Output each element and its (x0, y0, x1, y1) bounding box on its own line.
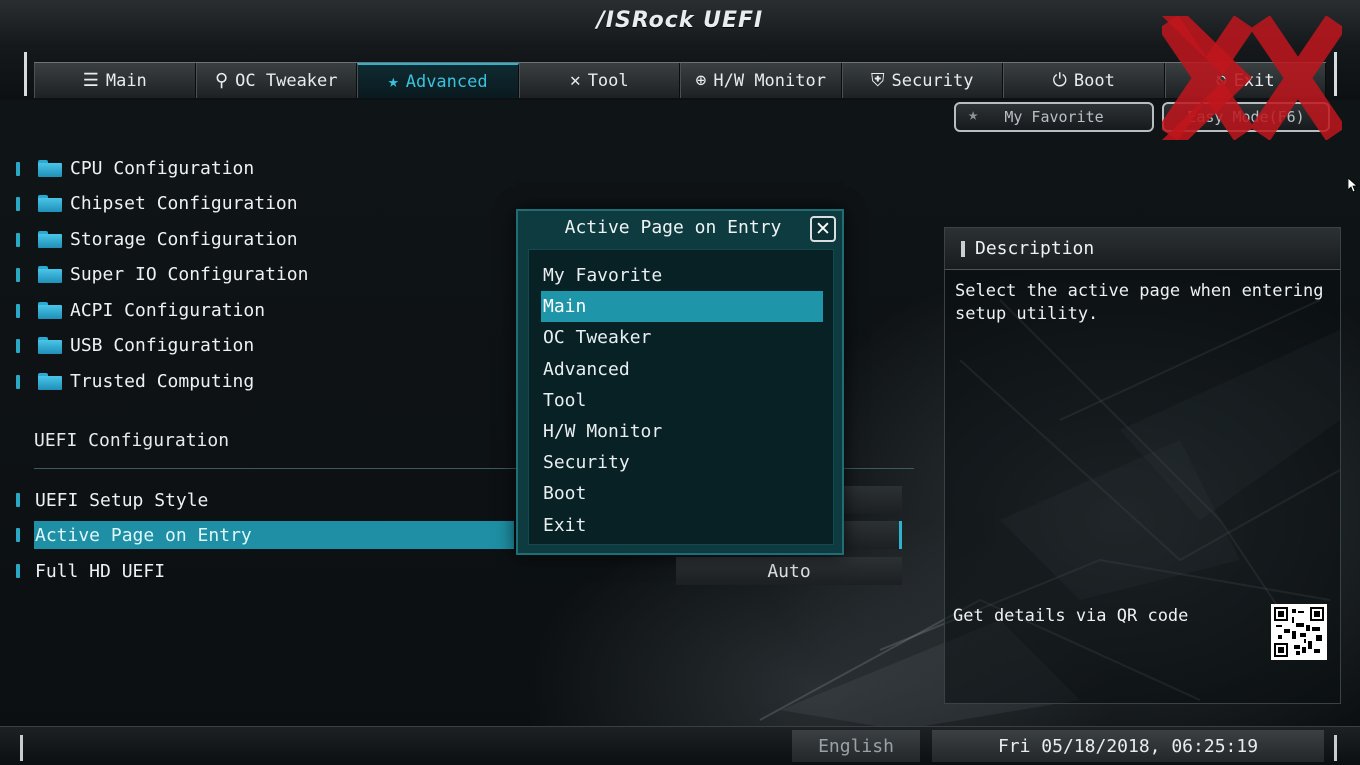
asrock-uefi-logo: /ISRock UEFI (596, 8, 764, 33)
tab-boot[interactable]: ⏻ Boot (1003, 63, 1165, 98)
menu-item-label: Chipset Configuration (70, 192, 298, 214)
popup-option-boot[interactable]: Boot (529, 478, 823, 509)
tab-label: Boot (1073, 70, 1115, 91)
popup-option-my-favorite[interactable]: My Favorite (529, 260, 823, 291)
folder-icon (38, 230, 62, 248)
menu-item-chipset-configuration[interactable]: Chipset Configuration (38, 188, 298, 218)
mouse-cursor-icon (1348, 178, 1358, 193)
menu-item-label: CPU Configuration (70, 157, 255, 179)
popup-option-oc-tweaker[interactable]: OC Tweaker (529, 322, 823, 353)
tab-label: H/W Monitor (713, 70, 826, 91)
description-panel: Description Select the active page when … (944, 227, 1341, 704)
row-marker (16, 162, 20, 176)
menu-item-label: Storage Configuration (70, 228, 298, 250)
tab-label: Tool (587, 70, 629, 91)
date-time-display: Fri 05/18/2018, 06:25:19 (932, 730, 1324, 762)
row-marker (16, 339, 20, 353)
header-bar: /ISRock UEFI ☰ Main ⚲ OC Tweaker ★ Advanced ✕ T… (0, 0, 1360, 100)
star-icon: ★ (387, 70, 399, 92)
star-icon: ★ (968, 105, 979, 125)
folder-icon (38, 194, 62, 212)
description-text: Select the active page when entering set… (955, 281, 1324, 324)
footer-right-bracket (1334, 735, 1337, 761)
my-favorite-button[interactable]: ★ My Favorite (954, 102, 1154, 132)
popup-option-security[interactable]: Security (529, 447, 823, 478)
active-page-popup: Active Page on Entry ✕ My Favorite Main OC… (516, 209, 844, 555)
tool-icon: ✕ (569, 69, 581, 91)
tab-h-w-monitor[interactable]: ⊕ H/W Monitor (680, 63, 842, 98)
row-marker (16, 375, 20, 389)
folder-icon (38, 159, 62, 177)
popup-option-h-w-monitor[interactable]: H/W Monitor (529, 416, 823, 447)
tab-label: Advanced (405, 71, 488, 92)
tab-tool[interactable]: ✕ Tool (518, 63, 680, 98)
shield-icon: ⛨ (871, 69, 885, 91)
footer-left-bracket (20, 735, 23, 761)
row-marker (16, 564, 20, 578)
row-marker (16, 493, 20, 507)
menu-item-cpu-configuration[interactable]: CPU Configuration (38, 153, 254, 183)
tabbar-left-bracket (24, 52, 27, 96)
menu-item-label: Super IO Configuration (70, 263, 309, 285)
qr-label: Get details via QR code (953, 606, 1189, 626)
menu-item-trusted-computing[interactable]: Trusted Computing (38, 366, 254, 396)
my-favorite-label: My Favorite (1004, 108, 1104, 126)
popup-option-list: My Favorite Main OC Tweaker Advanced Tool H/W… (528, 249, 834, 545)
folder-icon (38, 372, 62, 390)
description-title: Description (975, 238, 1095, 259)
tab-main[interactable]: ☰ Main (34, 63, 196, 98)
language-button[interactable]: English (792, 730, 920, 762)
popup-option-tool[interactable]: Tool (529, 385, 823, 416)
menu-item-label: ACPI Configuration (70, 299, 266, 321)
popup-option-exit[interactable]: Exit (529, 510, 823, 541)
folder-icon (38, 336, 62, 354)
menu-item-label: Trusted Computing (70, 370, 255, 392)
main-tab-bar: ☰ Main ⚲ OC Tweaker ★ Advanced ✕ Tool ⊕ H/W Monit… (34, 62, 1326, 98)
menu-item-acpi-configuration[interactable]: ACPI Configuration (38, 295, 265, 325)
power-icon: ⏻ (1052, 69, 1067, 91)
footer-bar: English Fri 05/18/2018, 06:25:19 (0, 726, 1360, 765)
menu-item-storage-configuration[interactable]: Storage Configuration (38, 224, 298, 254)
row-marker (16, 197, 20, 211)
tab-security[interactable]: ⛨ Security (841, 63, 1003, 98)
tab-label: OC Tweaker (235, 70, 338, 91)
xx-watermark-icon (1162, 16, 1342, 140)
description-header: Description (945, 228, 1340, 270)
qr-code-icon[interactable] (1271, 604, 1327, 660)
folder-icon (38, 265, 62, 283)
popup-option-main[interactable]: Main (541, 291, 823, 323)
tab-oc-tweaker[interactable]: ⚲ OC Tweaker (195, 63, 357, 98)
folder-icon (38, 301, 62, 319)
setting-uefi-setup-style[interactable]: UEFI Setup Style (34, 486, 514, 514)
popup-title: Active Page on Entry (564, 217, 782, 238)
close-icon[interactable]: ✕ (810, 216, 836, 242)
info-bar-icon (961, 240, 965, 257)
list-icon: ☰ (82, 69, 99, 91)
menu-item-label: USB Configuration (70, 334, 255, 356)
row-marker (16, 304, 20, 318)
tab-advanced[interactable]: ★ Advanced (357, 63, 519, 98)
row-marker (16, 233, 20, 247)
tab-label: Main (105, 70, 147, 91)
section-title: UEFI Configuration (34, 430, 230, 451)
setting-value-dropdown[interactable]: Auto (676, 557, 902, 585)
setting-full-hd-uefi[interactable]: Full HD UEFI (34, 557, 514, 585)
crosshair-icon: ⊕ (695, 69, 707, 91)
tab-label: Security (891, 70, 974, 91)
row-marker (16, 528, 20, 542)
menu-item-super-io-configuration[interactable]: Super IO Configuration (38, 259, 308, 289)
rocket-icon: ⚲ (214, 69, 229, 91)
menu-item-usb-configuration[interactable]: USB Configuration (38, 330, 254, 360)
popup-option-advanced[interactable]: Advanced (529, 354, 823, 385)
row-marker (16, 268, 20, 282)
setting-active-page-on-entry[interactable]: Active Page on Entry (34, 521, 514, 549)
